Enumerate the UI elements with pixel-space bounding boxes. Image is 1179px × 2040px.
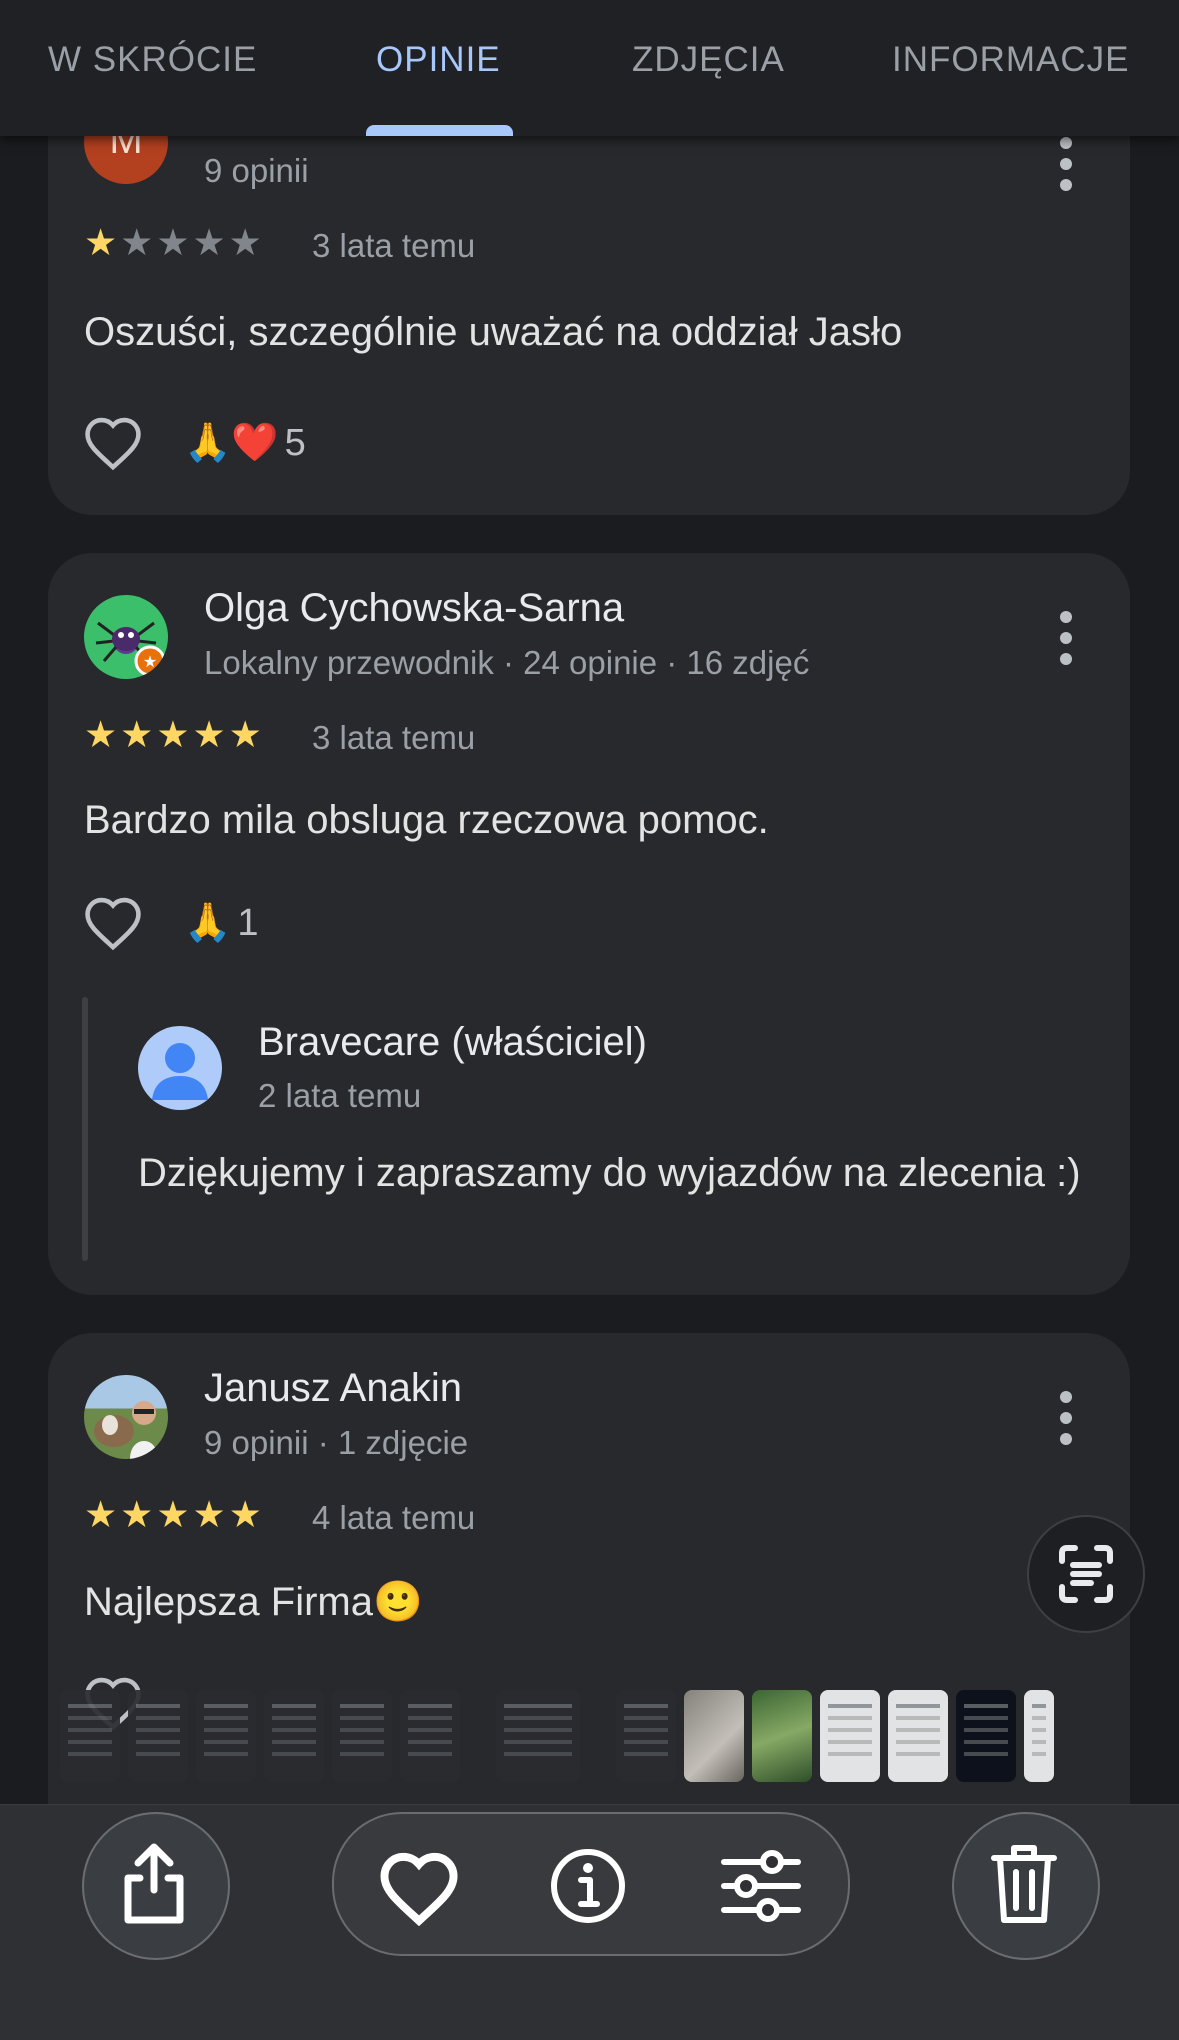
review-text: Bardzo mila obsluga rzeczowa pomoc. <box>84 798 769 842</box>
stars-filled: ★ <box>84 222 121 263</box>
star-rating: ★★★★★ <box>84 1493 265 1536</box>
svg-text:★: ★ <box>143 652 157 671</box>
owner-reply-text: Dziękujemy i zapraszamy do wyjazdów na z… <box>138 1151 1081 1195</box>
info-icon[interactable] <box>548 1846 628 1926</box>
strip-gap <box>588 1690 608 1782</box>
star-rating: ★★★★★ <box>84 713 265 756</box>
more-vert-icon <box>1060 1391 1072 1445</box>
stars-filled: ★★★★★ <box>84 1494 265 1535</box>
review-date: 3 lata temu <box>312 227 476 264</box>
review-date: 3 lata temu <box>312 719 476 756</box>
more-options-button[interactable] <box>1060 1391 1072 1454</box>
reaction-count: 1 <box>237 902 259 944</box>
reviewer-name[interactable]: Olga Cychowska-Sarna <box>204 586 624 631</box>
person-icon <box>152 1043 208 1100</box>
thumbnail[interactable] <box>684 1690 744 1782</box>
thumbnail[interactable] <box>616 1690 676 1782</box>
spider-avatar-icon: ★ <box>95 621 166 677</box>
thumbnail[interactable] <box>128 1690 188 1782</box>
reviewer-meta: 9 opinii · 1 zdjęcie <box>204 1424 469 1461</box>
review-date: 4 lata temu <box>312 1499 476 1536</box>
owner-reply-date: 2 lata temu <box>258 1077 422 1114</box>
tab-bar: W SKRÓCIE OPINIE ZDJĘCIA INFORMACJE <box>0 0 1179 136</box>
thumbnail[interactable] <box>196 1690 256 1782</box>
star-rating: ★★★★★ <box>84 221 265 264</box>
thumbnail[interactable] <box>400 1690 460 1782</box>
thumbnail[interactable] <box>332 1690 392 1782</box>
reaction-emojis: 🙏 <box>184 902 232 944</box>
active-tab-indicator <box>366 125 513 136</box>
more-vert-icon <box>1060 137 1072 191</box>
more-vert-icon <box>1060 611 1072 665</box>
share-icon <box>124 1843 184 1924</box>
tab-reviews[interactable]: OPINIE <box>376 40 501 80</box>
thumbnail[interactable] <box>60 1690 120 1782</box>
avatar[interactable] <box>84 1375 168 1459</box>
reaction-count: 5 <box>284 422 306 464</box>
reviewer-name[interactable]: Janusz Anakin <box>204 1366 462 1411</box>
heart-outline-icon[interactable] <box>82 895 144 951</box>
thumbnail[interactable] <box>1024 1690 1054 1782</box>
strip-gap <box>468 1690 488 1782</box>
thumbnail[interactable] <box>752 1690 812 1782</box>
reaction-emojis: 🙏❤️ <box>184 422 279 464</box>
reviewer-meta: Lokalny przewodnik · 24 opinie · 16 zdję… <box>204 644 810 681</box>
review-card: ★ Olga Cychowska-Sarna Lokalny przewodni… <box>48 553 1130 1295</box>
reviewer-meta: 9 opinii <box>204 152 309 189</box>
tab-photos[interactable]: ZDJĘCIA <box>632 40 785 80</box>
text-scan-icon <box>1059 1545 1113 1603</box>
thumbnail[interactable] <box>264 1690 324 1782</box>
thumbnail[interactable] <box>956 1690 1016 1782</box>
thumbnail[interactable] <box>496 1690 580 1782</box>
reactions[interactable]: 🙏❤️ 5 <box>184 421 306 465</box>
sliders-icon[interactable] <box>718 1846 804 1926</box>
review-text: Oszuści, szczególnie uważać na oddział J… <box>84 310 903 354</box>
profile-photo-icon <box>94 1401 158 1459</box>
heart-outline-icon[interactable] <box>82 415 144 471</box>
thumbnail-strip[interactable] <box>60 1690 1120 1786</box>
tab-information[interactable]: INFORMACJE <box>892 40 1130 80</box>
trash-icon <box>991 1845 1057 1923</box>
owner-avatar <box>138 1026 222 1110</box>
text-scan-button[interactable] <box>1027 1515 1145 1633</box>
more-options-button[interactable] <box>1060 137 1072 200</box>
stars-empty: ★★★★ <box>120 222 265 263</box>
review-text: Najlepsza Firma🙂 <box>84 1580 423 1624</box>
thumbnail[interactable] <box>888 1690 948 1782</box>
reactions[interactable]: 🙏 1 <box>184 901 258 945</box>
stars-filled: ★★★★★ <box>84 714 265 755</box>
avatar[interactable]: ★ <box>84 595 168 679</box>
thumbnail[interactable] <box>820 1690 880 1782</box>
reply-divider <box>82 997 88 1261</box>
tab-overview[interactable]: W SKRÓCIE <box>48 40 257 80</box>
more-options-button[interactable] <box>1060 611 1072 674</box>
heart-icon[interactable] <box>377 1850 461 1926</box>
owner-name: Bravecare (właściciel) <box>258 1020 647 1064</box>
